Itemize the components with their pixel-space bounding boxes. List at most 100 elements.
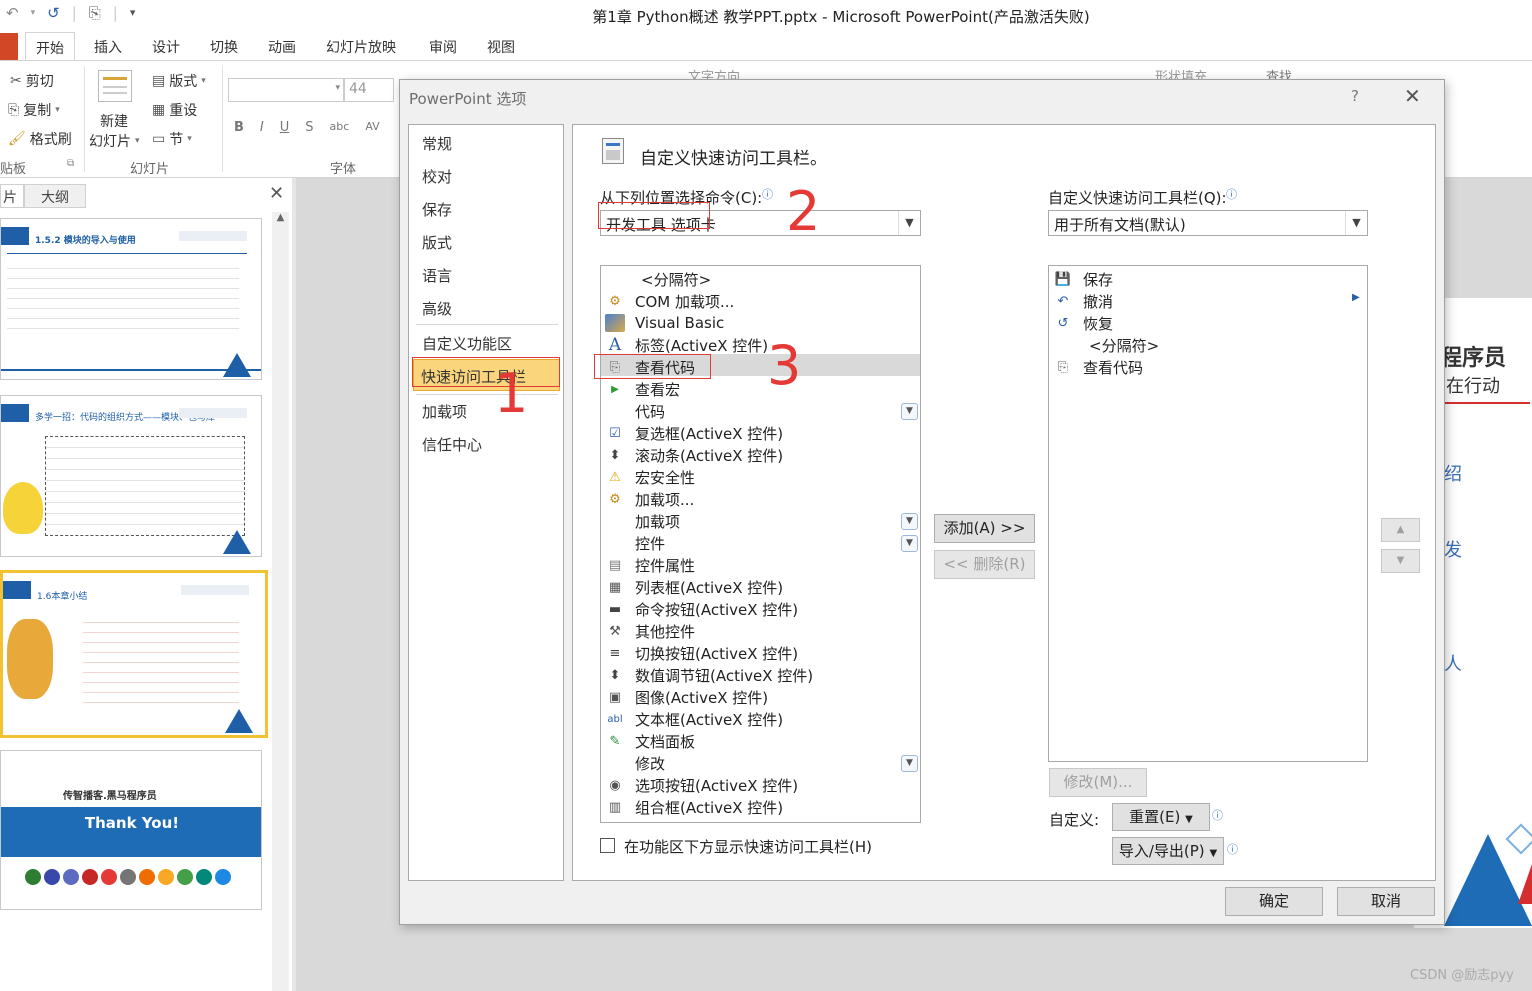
cancel-button[interactable]: 取消	[1337, 887, 1435, 916]
slide-body-text	[45, 436, 245, 536]
tab-design[interactable]: 设计	[152, 37, 180, 57]
ok-button[interactable]: 确定	[1225, 887, 1323, 916]
move-down-button[interactable]: ▼	[1381, 549, 1420, 573]
watermark: CSDN @励志pyy	[1410, 968, 1514, 983]
bold-icon[interactable]: B	[234, 120, 244, 135]
brand-logo-icon	[181, 585, 249, 595]
help-button[interactable]: ?	[1351, 87, 1359, 105]
close-icon[interactable]: ✕	[269, 183, 284, 204]
tech-icon	[101, 869, 117, 885]
list-item[interactable]: ▤ 控件属性	[601, 554, 695, 576]
list-item[interactable]: ▶ 查看宏	[601, 378, 680, 400]
nav-save[interactable]: 保存	[422, 199, 452, 220]
list-item[interactable]: ▥ 组合框(ActiveX 控件)	[601, 796, 783, 818]
submenu-arrow-icon[interactable]: ▼	[901, 535, 918, 552]
tab-insert[interactable]: 插入	[94, 37, 122, 57]
scrollbar[interactable]: ▲	[272, 212, 289, 991]
nav-language[interactable]: 语言	[422, 265, 452, 286]
tab-animations[interactable]: 动画	[268, 37, 296, 57]
list-item[interactable]: ⎘ 查看代码	[1049, 356, 1143, 378]
commands-list[interactable]: <分隔符> ⚙ COM 加载项... Visual Basic A 标签(Activ…	[600, 265, 921, 823]
slide-thumbnail-1[interactable]: 1.5.2 模块的导入与使用	[0, 218, 262, 380]
chevron-right-icon[interactable]: ▶	[1352, 292, 1360, 303]
import-export-button[interactable]: 导入/导出(P) ▼	[1112, 837, 1224, 865]
nav-general[interactable]: 常规	[422, 133, 452, 154]
new-slide-label-1[interactable]: 新建	[100, 111, 128, 131]
nav-advanced[interactable]: 高级	[422, 298, 452, 319]
list-item[interactable]: abl 文本框(ActiveX 控件)	[601, 708, 783, 730]
list-item[interactable]: ☑ 复选框(ActiveX 控件)	[601, 422, 783, 444]
nav-addins[interactable]: 加载项	[422, 401, 467, 422]
list-item[interactable]: ⬍ 数值调节钮(ActiveX 控件)	[601, 664, 814, 686]
list-item[interactable]: ⚙ 加载项...	[601, 488, 694, 510]
nav-trust-center[interactable]: 信任中心	[422, 434, 482, 455]
list-item[interactable]: <分隔符>	[601, 268, 711, 290]
list-item[interactable]: ⚒ 其他控件	[601, 620, 695, 642]
list-item[interactable]: 💾 保存	[1049, 268, 1113, 290]
tab-transitions[interactable]: 切换	[210, 37, 238, 57]
remove-button[interactable]: << 删除(R)	[934, 550, 1035, 579]
tab-slideshow[interactable]: 幻灯片放映	[326, 37, 396, 57]
close-icon[interactable]: ✕	[1404, 84, 1421, 108]
cut-button[interactable]: ✂ 剪切	[10, 71, 54, 91]
list-item[interactable]: ↺ 恢复	[1049, 312, 1113, 334]
new-slide-icon[interactable]	[98, 70, 132, 102]
slide-thumbnail-3[interactable]: 1.6本章小结	[0, 570, 268, 738]
thanks-text: Thank You!	[84, 814, 180, 832]
list-item[interactable]: 代码	[601, 400, 665, 422]
submenu-arrow-icon[interactable]: ▼	[901, 755, 918, 772]
slide-thumbnail-2[interactable]: 多学一招：代码的组织方式——模块、包与库	[0, 395, 262, 557]
list-item[interactable]: ▬ 命令按钮(ActiveX 控件)	[601, 598, 798, 620]
scroll-up-icon[interactable]: ▲	[272, 212, 289, 223]
tab-slides[interactable]: 片	[0, 184, 24, 208]
list-item[interactable]: ≡ 切换按钮(ActiveX 控件)	[601, 642, 799, 664]
list-item[interactable]: 修改	[601, 752, 665, 774]
list-item[interactable]: <分隔符>	[1049, 334, 1159, 356]
list-item[interactable]: ◉ 选项按钮(ActiveX 控件)	[601, 774, 798, 796]
show-below-ribbon-label[interactable]: 在功能区下方显示快速访问工具栏(H)	[624, 836, 872, 857]
qat-items-list[interactable]: 💾 保存 ↶ 撤消 ↺ 恢复 <分隔符> ⎘ 查看代码 ▶	[1048, 265, 1368, 762]
new-slide-button[interactable]: 幻灯片 ▾	[89, 131, 140, 151]
tab-outline[interactable]: 大纲	[24, 184, 86, 208]
submenu-arrow-icon[interactable]: ▼	[901, 403, 918, 420]
list-item[interactable]: ⚙ COM 加载项...	[601, 290, 734, 312]
list-item[interactable]: ↶ 撤消	[1049, 290, 1113, 312]
list-item[interactable]: A 标签(ActiveX 控件)	[601, 334, 768, 356]
spacing-icon[interactable]: AV	[365, 120, 379, 135]
italic-icon[interactable]: I	[260, 120, 264, 135]
customize-qat-select[interactable]: 用于所有文档(默认) ▼	[1048, 210, 1368, 236]
strikethrough-icon[interactable]: abc	[330, 120, 350, 135]
list-item[interactable]: ✎ 文档面板	[601, 730, 695, 752]
tab-view[interactable]: 视图	[487, 37, 515, 57]
list-item[interactable]: ⬍ 滚动条(ActiveX 控件)	[601, 444, 784, 466]
list-item[interactable]: 控件	[601, 532, 665, 554]
tab-home[interactable]: 开始	[25, 32, 75, 61]
reset-dropdown-button[interactable]: 重置(E) ▼	[1112, 803, 1210, 831]
nav-proofing[interactable]: 校对	[422, 166, 452, 187]
move-up-button[interactable]: ▲	[1381, 518, 1420, 542]
copy-button[interactable]: ⎘ 复制 ▾	[8, 100, 60, 120]
add-button[interactable]: 添加(A) >>	[934, 514, 1035, 543]
list-item[interactable]: ▣ 图像(ActiveX 控件)	[601, 686, 768, 708]
format-painter-button[interactable]: 🖌 格式刷	[8, 129, 72, 149]
shadow-icon[interactable]: S	[305, 120, 313, 135]
nav-layout[interactable]: 版式	[422, 232, 452, 253]
submenu-arrow-icon[interactable]: ▼	[901, 513, 918, 530]
font-size-box[interactable]: 44	[344, 78, 394, 102]
layout-button[interactable]: ▤ 版式 ▾	[152, 71, 206, 91]
list-item[interactable]: ⚠ 宏安全性	[601, 466, 695, 488]
list-item[interactable]: 加载项	[601, 510, 680, 532]
section-button[interactable]: ▭ 节 ▾	[152, 129, 192, 149]
reset-button[interactable]: ▦ 重设	[152, 100, 197, 120]
show-below-ribbon-checkbox[interactable]	[600, 838, 615, 853]
nav-customize-ribbon[interactable]: 自定义功能区	[422, 333, 512, 354]
file-tab[interactable]	[0, 33, 18, 61]
tab-review[interactable]: 审阅	[429, 37, 457, 57]
underline-icon[interactable]: U	[280, 120, 290, 135]
dialog-launcher-icon[interactable]: ⧉	[67, 158, 74, 169]
modify-button[interactable]: 修改(M)...	[1049, 768, 1147, 797]
list-item[interactable]: ▦ 列表框(ActiveX 控件)	[601, 576, 783, 598]
list-item[interactable]: Visual Basic	[601, 312, 724, 334]
font-name-box[interactable]: ▾	[228, 78, 344, 102]
slide-thumbnail-4[interactable]: 传智播客.黑马程序员 Thank You!	[0, 750, 262, 910]
